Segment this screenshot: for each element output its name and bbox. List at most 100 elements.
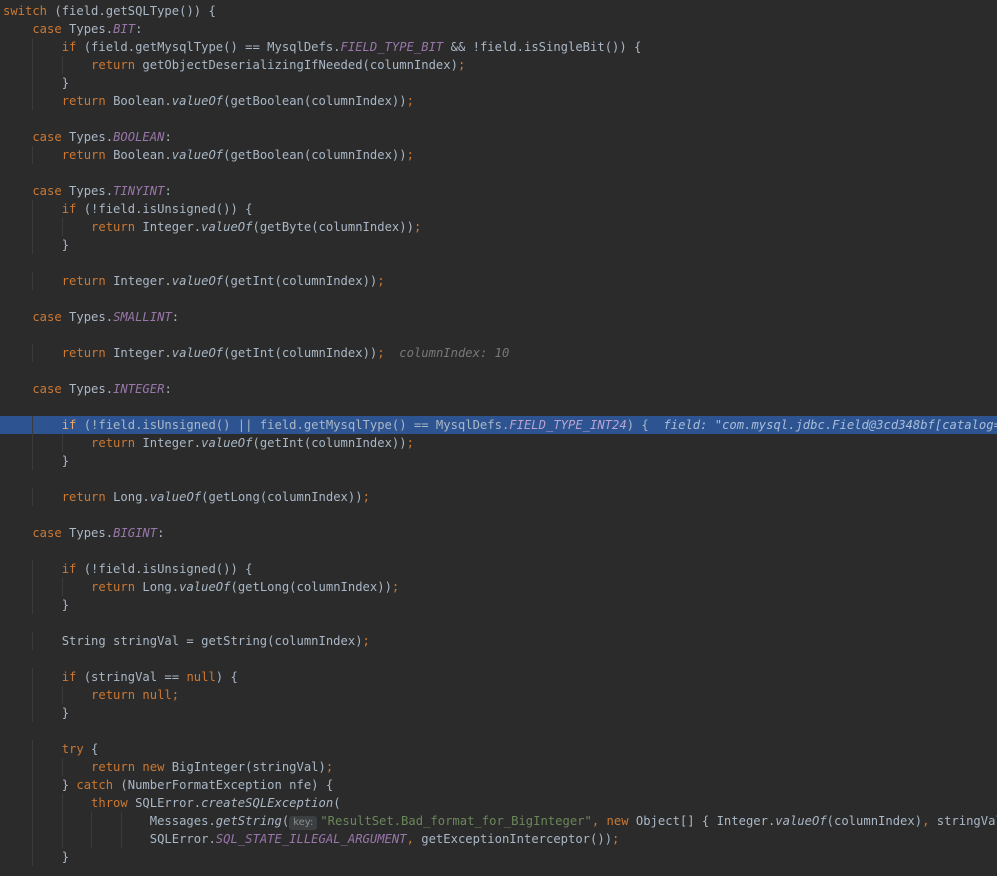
code-line[interactable]: switch (field.getSQLType()) { [0,2,997,20]
code-token: (field.getSQLType()) { [47,4,216,18]
code-line[interactable]: case Types.BIT: [0,20,997,38]
code-token: Types. [61,130,114,144]
code-text: String stringVal = getString(columnIndex… [3,632,370,650]
code-line[interactable] [0,398,997,416]
code-line[interactable]: return Integer.valueOf(getInt(columnInde… [0,434,997,452]
code-line[interactable]: case Types.TINYINT: [0,182,997,200]
code-token: return [3,94,106,108]
code-line[interactable] [0,254,997,272]
code-token: , [591,814,607,828]
code-line[interactable]: } [0,452,997,470]
code-token: return [3,490,106,504]
code-token: case [3,130,62,144]
inline-debug-value: columnIndex: 10 [384,346,510,360]
code-token: throw [3,796,128,810]
code-token: (!field.isUnsigned()) { [76,202,253,216]
code-line[interactable] [0,470,997,488]
code-token: return [3,436,136,450]
code-line[interactable]: } [0,596,997,614]
code-line[interactable] [0,362,997,380]
code-token: : [157,526,165,540]
code-line[interactable]: throw SQLError.createSQLException( [0,794,997,812]
code-token: return [3,220,136,234]
code-line[interactable]: } [0,236,997,254]
code-text: return Boolean.valueOf(getBoolean(column… [3,146,414,164]
code-line[interactable]: if (!field.isUnsigned()) { [0,200,997,218]
code-line[interactable]: return getObjectDeserializingIfNeeded(co… [0,56,997,74]
code-token: (columnIndex) [826,814,923,828]
code-line[interactable]: Messages.getString(key: "ResultSet.Bad_fo… [0,812,997,830]
code-token: case [3,526,62,540]
code-token: Integer. [135,436,202,450]
code-line[interactable] [0,650,997,668]
code-line[interactable]: return Boolean.valueOf(getBoolean(column… [0,146,997,164]
code-token: (getByte(columnIndex)) [252,220,414,234]
code-line[interactable]: } [0,704,997,722]
code-line[interactable]: return new BigInteger(stringVal); [0,758,997,776]
code-token: (!field.isUnsigned() || field.getMysqlTy… [76,418,510,432]
code-token: ; [362,634,370,648]
code-token: } [3,778,77,792]
code-text: case Types.BIGINT: [3,524,164,542]
code-line[interactable] [0,164,997,182]
code-token: (!field.isUnsigned()) { [76,562,253,576]
code-token: ; [325,760,334,774]
code-line[interactable]: case Types.BIGINT: [0,524,997,542]
code-line[interactable]: String stringVal = getString(columnIndex… [0,632,997,650]
code-token: && !field.isSingleBit()) { [443,40,642,54]
code-token: ; [406,94,414,108]
code-line[interactable]: if (stringVal == null) { [0,668,997,686]
code-token: : [164,184,172,198]
code-line[interactable] [0,614,997,632]
code-token: ; [406,148,414,162]
code-line[interactable]: case Types.SMALLINT: [0,308,997,326]
code-text: if (!field.isUnsigned()) { [3,200,253,218]
code-token: if [3,418,77,432]
code-line[interactable]: case Types.BOOLEAN: [0,128,997,146]
code-line[interactable] [0,542,997,560]
code-line[interactable] [0,290,997,308]
code-line[interactable]: if (!field.isUnsigned()) { [0,560,997,578]
code-line-current[interactable]: if (!field.isUnsigned() || field.getMysq… [0,416,997,434]
code-text: switch (field.getSQLType()) { [3,2,216,20]
code-editor[interactable]: switch (field.getSQLType()) { case Types… [0,0,997,876]
code-line[interactable]: try { [0,740,997,758]
code-line[interactable]: } catch (NumberFormatException nfe) { [0,776,997,794]
code-line[interactable]: } [0,74,997,92]
code-line[interactable] [0,722,997,740]
code-text: return Long.valueOf(getLong(columnIndex)… [3,578,399,596]
code-text: } [3,848,69,866]
code-line[interactable]: return Integer.valueOf(getInt(columnInde… [0,272,997,290]
code-line[interactable]: if (field.getMysqlType() == MysqlDefs.FI… [0,38,997,56]
code-text: if (!field.isUnsigned() || field.getMysq… [3,416,997,434]
code-line[interactable] [0,326,997,344]
code-line[interactable]: } [0,848,997,866]
code-text: case Types.BOOLEAN: [3,128,171,146]
inline-debug-value: field: "com.mysql.jdbc.Field@3cd348bf[ca… [663,418,997,432]
code-line[interactable]: return Long.valueOf(getLong(columnIndex)… [0,578,997,596]
code-token: Types. [61,526,114,540]
code-token: ; [362,490,370,504]
code-token: : [164,382,172,396]
code-token: return [3,148,106,162]
code-token: case [3,22,62,36]
code-text: case Types.SMALLINT: [3,308,179,326]
code-line[interactable]: SQLError.SQL_STATE_ILLEGAL_ARGUMENT, get… [0,830,997,848]
code-line[interactable]: return null; [0,686,997,704]
code-line[interactable]: return Integer.valueOf(getInt(columnInde… [0,344,997,362]
code-token: getExceptionInterceptor()) [413,832,613,846]
code-line[interactable]: return Long.valueOf(getLong(columnIndex)… [0,488,997,506]
code-text: SQLError.SQL_STATE_ILLEGAL_ARGUMENT, get… [3,830,620,848]
code-line[interactable]: case Types.INTEGER: [0,380,997,398]
code-token: String stringVal = getString(columnIndex… [3,634,363,648]
code-token: ) { [215,670,238,684]
code-token: BigInteger(stringVal) [164,760,326,774]
code-line[interactable]: return Integer.valueOf(getByte(columnInd… [0,218,997,236]
code-token: getString [215,814,282,828]
code-text: case Types.INTEGER: [3,380,172,398]
code-line[interactable] [0,110,997,128]
code-line[interactable] [0,506,997,524]
code-line[interactable]: return Boolean.valueOf(getBoolean(column… [0,92,997,110]
code-token: ; [377,274,385,288]
code-text: } [3,452,69,470]
